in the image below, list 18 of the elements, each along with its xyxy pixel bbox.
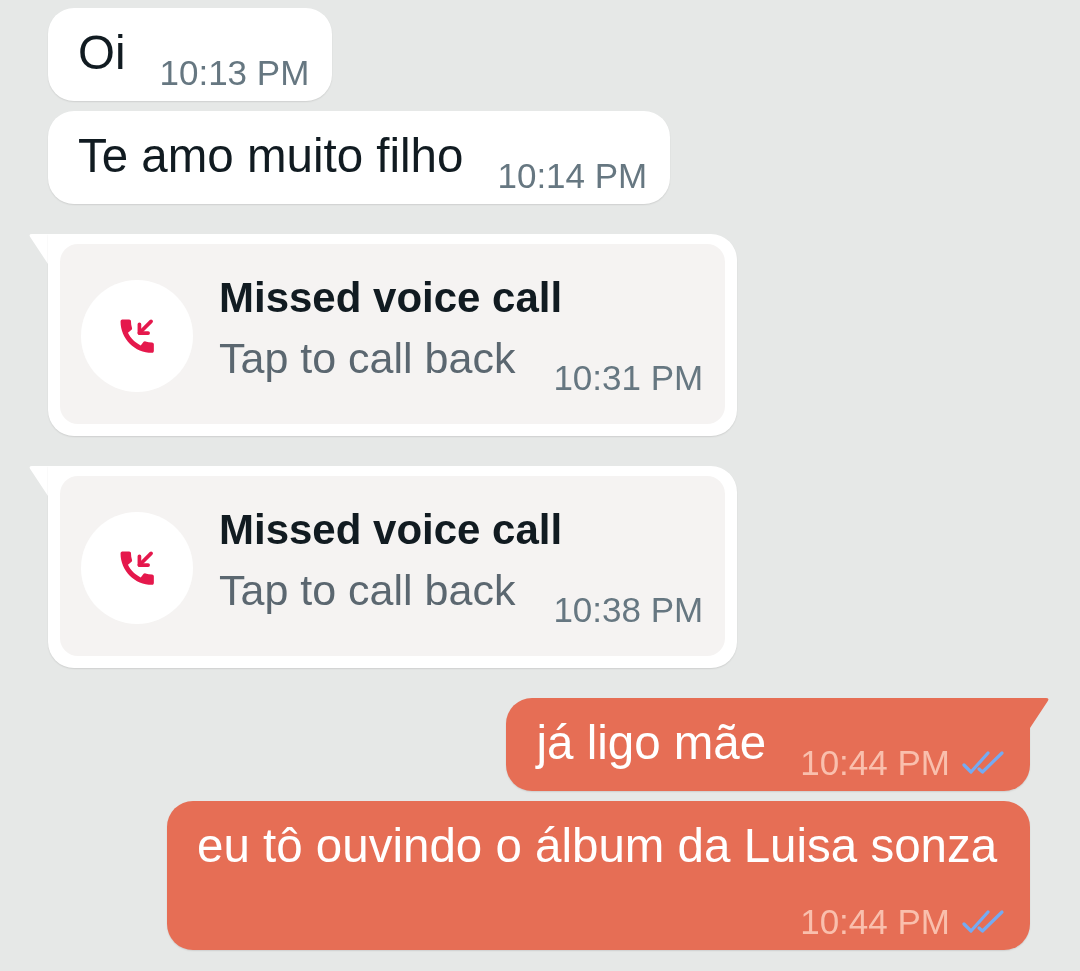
message-time: 10:44 PM xyxy=(800,902,950,942)
message-time: 10:13 PM xyxy=(159,53,310,93)
message-time: 10:14 PM xyxy=(497,156,648,196)
message-text: já ligo mãe xyxy=(536,715,767,771)
call-subtitle: Tap to call back xyxy=(219,565,516,616)
missed-call-icon xyxy=(81,279,193,392)
message-time: 10:38 PM xyxy=(553,590,704,630)
message-text: eu tô ouvindo o álbum da Luisa sonza xyxy=(197,818,998,874)
message-text: Oi xyxy=(78,25,126,81)
call-back-card[interactable]: Missed voice call Tap to call back 10:38 PM xyxy=(60,476,726,656)
call-subtitle: Tap to call back xyxy=(219,333,516,384)
call-back-card[interactable]: Missed voice call Tap to call back 10:31 PM xyxy=(60,244,726,424)
message-time: 10:31 PM xyxy=(553,358,704,398)
message-time: 10:44 PM xyxy=(800,743,950,783)
missed-call-icon xyxy=(81,511,193,624)
call-title: Missed voice call xyxy=(219,505,564,555)
call-title: Missed voice call xyxy=(219,273,564,323)
message-text: Te amo muito filho xyxy=(78,128,464,184)
